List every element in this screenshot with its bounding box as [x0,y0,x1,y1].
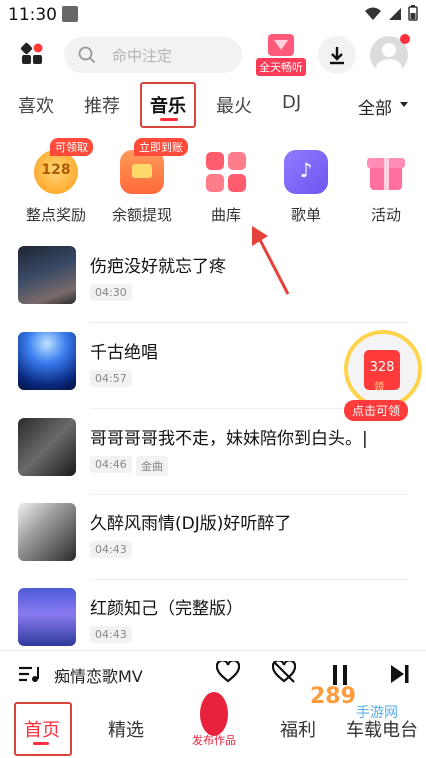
playlist-button[interactable]: 歌单 [266,138,346,230]
library-icon [204,150,248,194]
song-cover [18,588,76,646]
song-cover [18,246,76,304]
gift-icon [268,34,294,56]
tab-active-indicator [160,118,178,121]
events-button[interactable]: 活动 [346,138,426,230]
divider [90,322,408,323]
dislike-icon[interactable] [271,659,297,688]
publish-label: 发布作品 [192,734,236,747]
status-time: 11:30 [8,5,57,25]
song-item[interactable]: 久醉风雨情(DJ版)好听醉了 04:43 [0,503,426,589]
claimable-badge: 可领取 [50,138,93,156]
nav-home[interactable]: 首页 [24,716,60,742]
notification-icon [62,6,78,22]
hourly-reward-label: 整点奖励 [25,206,86,224]
search-icon [78,46,96,68]
top-header: 命中注定 全天畅听 [0,32,426,80]
search-placeholder: 命中注定 [112,47,173,65]
watermark-site: 手游网 [356,705,398,721]
divider [90,494,408,495]
music-library-button[interactable]: 曲库 [186,138,266,230]
search-input[interactable]: 命中注定 [64,37,242,73]
battery-icon [408,5,418,25]
tab-fade [330,82,358,128]
song-title: 伤疤没好就忘了疼 [90,257,226,277]
song-tag: 金曲 [136,456,168,476]
events-label: 活动 [370,206,401,224]
nav-active-indicator [33,742,49,745]
song-duration: 04:30 [90,284,132,301]
publish-button[interactable]: 发布作品 [186,692,242,752]
tab-all-dropdown[interactable]: 全部 [358,94,392,119]
tab-favorites[interactable]: 喜欢 [18,92,54,118]
song-cover [18,418,76,476]
reward-amount: 328 [369,360,395,375]
instant-credit-badge: 立即到账 [134,138,188,156]
promo-label: 全天畅听 [256,58,306,76]
signal-icon [388,6,402,25]
song-duration: 04:46 [90,456,132,473]
download-button[interactable] [318,36,356,74]
song-title: 哥哥哥哥我不走，妹妹陪你到白头。| [90,429,368,449]
nav-picks[interactable]: 精选 [108,716,144,742]
playlist-icon [284,150,328,194]
watermark-number: 289 [310,684,356,709]
like-icon[interactable] [215,659,241,688]
floating-reward[interactable]: 328 领 点击可领 [344,330,422,422]
status-bar: 11:30 [0,0,426,30]
song-duration: 04:43 [90,626,132,643]
status-icons [364,5,418,25]
avatar-body [376,59,402,74]
tab-recommended[interactable]: 推荐 [84,92,120,118]
song-cover [18,332,76,390]
hourly-reward-button[interactable]: 128 可领取 整点奖励 [16,138,96,230]
divider [90,579,408,580]
category-tabs: 喜欢 推荐 音乐 最火 DJ 全部 [0,82,426,128]
tab-highlight-box [140,82,196,128]
song-cover [18,503,76,561]
wallet-icon [120,150,164,194]
chevron-down-icon [400,102,408,107]
app-logo-icon[interactable] [20,42,44,66]
song-title: 久醉风雨情(DJ版)好听醉了 [90,514,292,534]
coin-value: 128 [41,162,71,178]
claim-button[interactable]: 点击可领 [344,400,408,421]
download-icon [330,47,344,65]
withdraw-label: 余额提现 [111,206,172,224]
withdraw-button[interactable]: 立即到账 余额提现 [102,138,188,230]
gift-box-icon [364,150,408,194]
site-watermark: 289 手游网 [300,684,426,721]
song-duration: 04:43 [90,541,132,558]
now-playing-title: 痴情恋歌MV [54,667,143,686]
avatar-head [382,43,396,57]
tab-hottest[interactable]: 最火 [216,92,252,118]
song-title: 红颜知己（完整版） [90,599,243,619]
tab-dj[interactable]: DJ [282,92,301,113]
song-item[interactable]: 伤疤没好就忘了疼 04:30 [0,246,426,332]
all-day-listen-button[interactable]: 全天畅听 [254,32,310,76]
song-item[interactable]: 哥哥哥哥我不走，妹妹陪你到白头。| 04:46 金曲 [0,418,426,504]
wifi-icon [364,6,382,25]
publish-icon [200,692,228,736]
song-duration: 04:57 [90,370,132,387]
song-title: 千古绝唱 [90,343,158,363]
reward-sub-label: 领 [374,382,384,393]
playlist-queue-icon[interactable] [18,665,40,687]
coin-icon: 128 [34,150,78,194]
quick-actions: 128 可领取 整点奖励 立即到账 余额提现 曲库 歌单 活动 [0,138,426,230]
notification-dot [400,34,410,44]
